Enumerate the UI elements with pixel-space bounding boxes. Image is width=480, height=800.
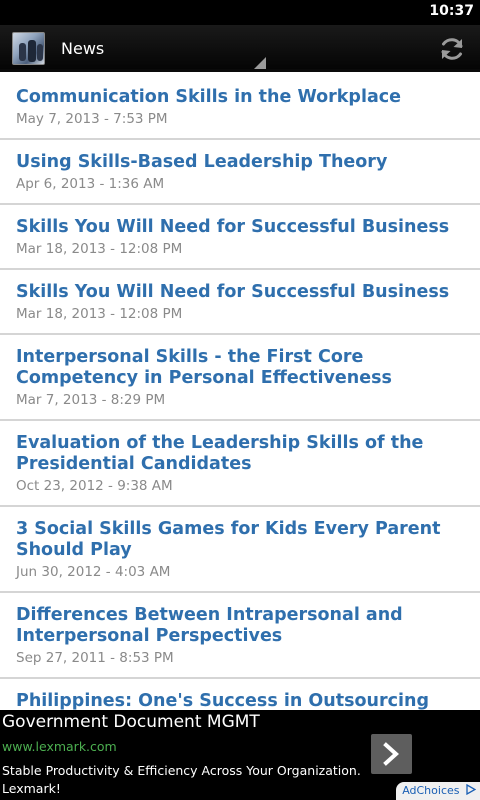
refresh-button[interactable] xyxy=(438,35,466,63)
news-title: Philippines: One's Success in Outsourcin… xyxy=(16,691,429,710)
news-list[interactable]: Communication Skills in the Workplace Ma… xyxy=(0,75,480,710)
status-time: 10:37 xyxy=(429,3,474,19)
news-item[interactable]: Differences Between Intrapersonal and In… xyxy=(0,593,480,679)
news-title: Interpersonal Skills - the First Core Co… xyxy=(16,347,392,388)
ad-title[interactable]: Government Document MGMT xyxy=(2,712,260,732)
news-item[interactable]: Evaluation of the Leadership Skills of t… xyxy=(0,421,480,507)
news-item[interactable]: Using Skills-Based Leadership Theory Apr… xyxy=(0,140,480,205)
action-bar: News xyxy=(0,25,480,72)
news-date: Jun 30, 2012 - 4:03 AM xyxy=(16,564,171,580)
refresh-icon xyxy=(441,38,463,60)
news-date: Oct 23, 2012 - 9:38 AM xyxy=(16,478,173,494)
news-title: Using Skills-Based Leadership Theory xyxy=(16,152,388,172)
news-title: Skills You Will Need for Successful Busi… xyxy=(16,282,450,302)
chevron-right-icon xyxy=(383,742,399,766)
news-item[interactable]: Skills You Will Need for Successful Busi… xyxy=(0,205,480,270)
news-title: 3 Social Skills Games for Kids Every Par… xyxy=(16,519,441,560)
ad-description: Stable Productivity & Efficiency Across … xyxy=(2,763,361,796)
news-item[interactable]: Interpersonal Skills - the First Core Co… xyxy=(0,335,480,421)
action-bar-title[interactable]: News xyxy=(61,39,104,58)
news-title: Differences Between Intrapersonal and In… xyxy=(16,605,403,646)
status-bar: 10:37 xyxy=(0,0,480,25)
news-title: Skills You Will Need for Successful Busi… xyxy=(16,217,450,237)
news-title: Communication Skills in the Workplace xyxy=(16,87,401,107)
adchoices-icon xyxy=(466,783,477,796)
ad-banner[interactable]: Government Document MGMT www.lexmark.com… xyxy=(0,710,480,800)
news-date: Mar 18, 2013 - 12:08 PM xyxy=(16,306,183,322)
spinner-arrow-icon[interactable] xyxy=(254,57,266,69)
adchoices-label: AdChoices xyxy=(402,784,460,797)
news-date: Mar 18, 2013 - 12:08 PM xyxy=(16,241,183,257)
news-date: May 7, 2013 - 7:53 PM xyxy=(16,111,168,127)
news-item[interactable]: Philippines: One's Success in Outsourcin… xyxy=(0,679,480,710)
ad-url[interactable]: www.lexmark.com xyxy=(2,739,117,754)
news-date: Mar 7, 2013 - 8:29 PM xyxy=(16,392,166,408)
news-item[interactable]: Skills You Will Need for Successful Busi… xyxy=(0,270,480,335)
news-title: Evaluation of the Leadership Skills of t… xyxy=(16,433,424,474)
news-date: Apr 6, 2013 - 1:36 AM xyxy=(16,176,165,192)
news-item[interactable]: 3 Social Skills Games for Kids Every Par… xyxy=(0,507,480,593)
news-item[interactable]: Communication Skills in the Workplace Ma… xyxy=(0,75,480,140)
news-date: Sep 27, 2011 - 8:53 PM xyxy=(16,650,174,666)
ad-open-button[interactable] xyxy=(371,734,412,774)
app-logo-icon[interactable] xyxy=(12,32,45,65)
adchoices-link[interactable]: AdChoices xyxy=(396,782,480,800)
